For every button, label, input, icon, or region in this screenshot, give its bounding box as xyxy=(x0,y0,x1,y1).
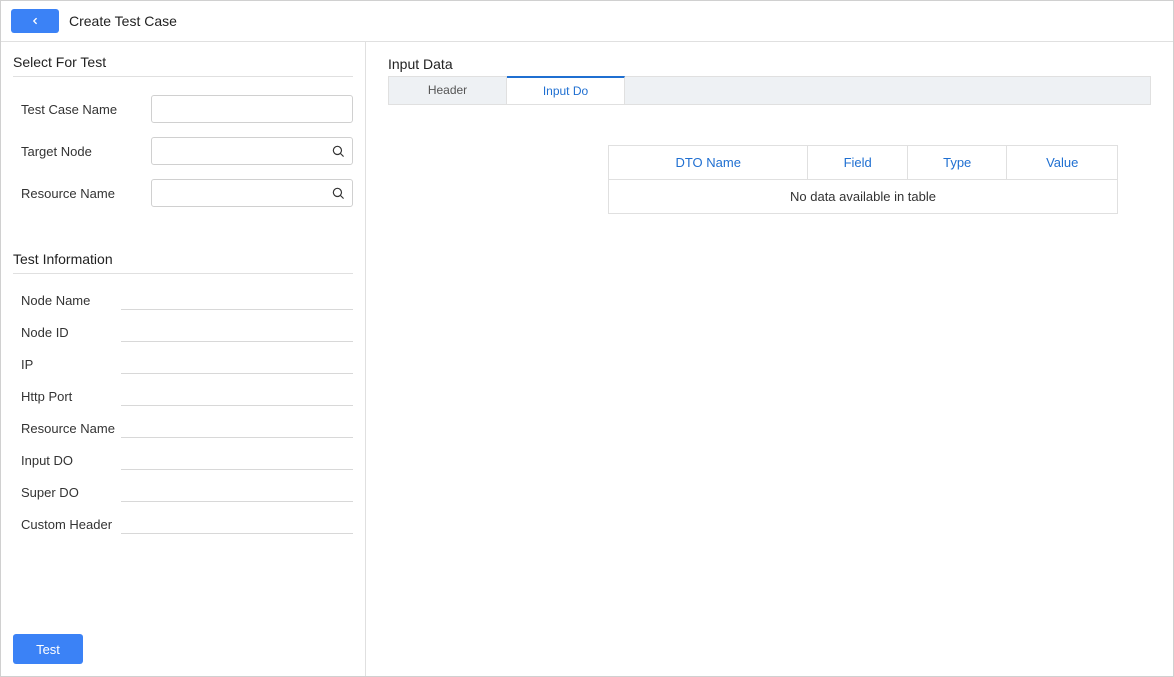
info-value xyxy=(121,388,353,406)
info-section-title: Test Information xyxy=(13,251,353,274)
resource-name-row: Resource Name xyxy=(13,179,353,207)
info-rows-container: Node Name Node ID IP Http Port Resource Name… xyxy=(13,292,353,548)
select-section-title: Select For Test xyxy=(13,54,353,77)
target-node-row: Target Node xyxy=(13,137,353,165)
right-panel: Input Data HeaderInput Do DTO NameFieldT… xyxy=(366,42,1173,676)
table-column-header[interactable]: DTO Name xyxy=(609,146,808,180)
page-title: Create Test Case xyxy=(69,13,177,29)
tab-input-do[interactable]: Input Do xyxy=(507,76,625,104)
resource-name-input[interactable] xyxy=(151,179,353,207)
left-spacer xyxy=(13,548,353,634)
info-value xyxy=(121,356,353,374)
info-row: Node ID xyxy=(13,324,353,342)
test-button[interactable]: Test xyxy=(13,634,83,664)
info-row: IP xyxy=(13,356,353,374)
info-value xyxy=(121,324,353,342)
table-empty-row: No data available in table xyxy=(609,180,1118,214)
info-label: Node ID xyxy=(21,325,121,342)
info-label: Node Name xyxy=(21,293,121,310)
info-row: Super DO xyxy=(13,484,353,502)
resource-name-search-button[interactable] xyxy=(329,184,347,202)
table-header-row: DTO NameFieldTypeValue xyxy=(609,146,1118,180)
info-value xyxy=(121,484,353,502)
info-label: IP xyxy=(21,357,121,374)
info-value xyxy=(121,516,353,534)
content: Select For Test Test Case Name Target No… xyxy=(1,41,1173,676)
table-column-header[interactable]: Type xyxy=(907,146,1007,180)
info-row: Node Name xyxy=(13,292,353,310)
test-case-name-row: Test Case Name xyxy=(13,95,353,123)
resource-name-wrapper xyxy=(151,179,353,207)
table-column-header[interactable]: Field xyxy=(808,146,908,180)
info-label: Custom Header xyxy=(21,517,121,534)
info-label: Http Port xyxy=(21,389,121,406)
target-node-wrapper xyxy=(151,137,353,165)
info-label: Super DO xyxy=(21,485,121,502)
target-node-search-button[interactable] xyxy=(329,142,347,160)
search-icon xyxy=(331,144,345,158)
info-value xyxy=(121,420,353,438)
data-table: DTO NameFieldTypeValue No data available… xyxy=(608,145,1118,214)
search-icon xyxy=(331,186,345,200)
target-node-label: Target Node xyxy=(21,144,151,159)
back-button[interactable] xyxy=(11,9,59,33)
info-value xyxy=(121,452,353,470)
page-header: Create Test Case xyxy=(1,1,1173,41)
test-case-name-input[interactable] xyxy=(151,95,353,123)
info-row: Custom Header xyxy=(13,516,353,534)
input-data-title: Input Data xyxy=(388,56,1151,72)
table-wrapper: DTO NameFieldTypeValue No data available… xyxy=(608,145,1118,214)
info-label: Input DO xyxy=(21,453,121,470)
resource-name-label: Resource Name xyxy=(21,186,151,201)
chevron-left-icon xyxy=(30,16,40,26)
left-panel: Select For Test Test Case Name Target No… xyxy=(1,42,366,676)
tab-header[interactable]: Header xyxy=(389,77,507,104)
tabs-row: HeaderInput Do xyxy=(389,77,1150,104)
gap xyxy=(13,221,353,251)
table-column-header[interactable]: Value xyxy=(1007,146,1118,180)
table-empty-message: No data available in table xyxy=(609,180,1118,214)
info-label: Resource Name xyxy=(21,421,121,438)
info-value xyxy=(121,292,353,310)
page-root: Create Test Case Select For Test Test Ca… xyxy=(0,0,1174,677)
info-row: Input DO xyxy=(13,452,353,470)
info-row: Http Port xyxy=(13,388,353,406)
target-node-input[interactable] xyxy=(151,137,353,165)
test-case-name-label: Test Case Name xyxy=(21,102,151,117)
info-row: Resource Name xyxy=(13,420,353,438)
tabs-block: HeaderInput Do xyxy=(388,76,1151,105)
